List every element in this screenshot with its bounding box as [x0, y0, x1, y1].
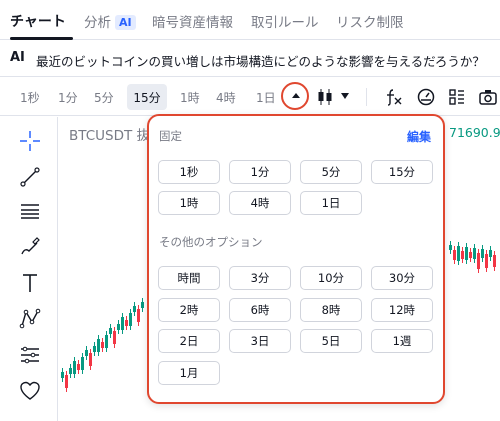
candle-body [469, 252, 472, 258]
candle-body [461, 251, 464, 259]
candle-body [73, 361, 76, 374]
tab-chart[interactable]: チャート [10, 11, 66, 31]
candle-body [81, 357, 84, 370]
interval-1s[interactable]: 1秒 [20, 89, 40, 106]
candle-body [125, 320, 128, 326]
candle-body [485, 254, 488, 268]
candle-body [101, 342, 104, 348]
option-2h[interactable]: 2時 [158, 298, 220, 322]
edit-link[interactable]: 編集 [407, 128, 431, 145]
candle-body [481, 249, 484, 258]
pinned-5m[interactable]: 5分 [300, 160, 362, 184]
chevron-down-icon[interactable] [340, 92, 350, 100]
candle-body [493, 255, 496, 267]
ai-logo: AI [10, 50, 25, 65]
option-30m[interactable]: 30分 [371, 266, 433, 290]
option-1w[interactable]: 1週 [371, 329, 433, 353]
candle-body [97, 339, 100, 352]
candle-body [109, 328, 112, 334]
option-3d[interactable]: 3日 [229, 329, 291, 353]
candle-body [85, 350, 88, 356]
pinned-15m[interactable]: 15分 [371, 160, 433, 184]
candle-body [117, 324, 120, 330]
candle-body [465, 247, 468, 260]
candle-body [89, 353, 92, 366]
toolbar-divider [366, 88, 367, 106]
tab-crypto-info[interactable]: 暗号資産情報 [152, 11, 233, 31]
pinned-1h[interactable]: 1時 [158, 191, 220, 215]
candle-body [113, 331, 116, 344]
candle-body [489, 250, 492, 257]
fib-lines-icon[interactable] [18, 199, 42, 223]
candle-body [61, 372, 64, 378]
top-nav: チャート 分析 AI 暗号資産情報 取引ルール リスク制限 [0, 0, 500, 40]
option-5d[interactable]: 5日 [300, 329, 362, 353]
candle-body [457, 246, 460, 261]
interval-1m[interactable]: 1分 [58, 89, 78, 106]
camera-icon[interactable] [478, 87, 498, 107]
option-1mo[interactable]: 1月 [158, 361, 220, 385]
heart-icon[interactable] [18, 379, 42, 403]
layout-icon[interactable] [448, 87, 466, 107]
option-3m[interactable]: 3分 [229, 266, 291, 290]
drawing-toolbar [0, 117, 58, 421]
pattern-icon[interactable] [18, 307, 42, 331]
brush-icon[interactable] [18, 235, 42, 259]
interval-toolbar: 1秒 1分 5分 15分 1時 4時 1日 [0, 78, 500, 116]
ai-question-bar[interactable]: AI 最近のビットコインの買い増しは市場構造にどのような影響を与えるだろうか？ [0, 41, 500, 77]
pinned-1m[interactable]: 1分 [229, 160, 291, 184]
ai-badge: AI [115, 15, 136, 30]
candle-body [105, 335, 108, 348]
pinned-1d[interactable]: 1日 [300, 191, 362, 215]
candle-body [93, 346, 96, 352]
candle-body [69, 368, 72, 374]
candle-body [121, 317, 124, 330]
ai-question-text: 最近のビットコインの買い増しは市場構造にどのような影響を与えるだろうか？ [36, 54, 485, 69]
caret-up-icon [292, 93, 300, 98]
text-icon[interactable] [18, 271, 42, 295]
pinned-1s[interactable]: 1秒 [158, 160, 220, 184]
interval-4h[interactable]: 4時 [216, 89, 236, 106]
crosshair-icon[interactable] [18, 129, 42, 153]
fx-icon[interactable] [384, 87, 404, 107]
candle-body [141, 302, 144, 308]
candle-body [137, 309, 140, 322]
option-seconds[interactable]: 時間 [158, 266, 220, 290]
candle-body [449, 245, 452, 250]
interval-popup: 固定 編集 1秒 1分 5分 15分 1時 4時 1日 その他のオプション 時間… [147, 114, 445, 404]
candle-body [453, 250, 456, 260]
candle-body [473, 248, 476, 259]
pinned-section-title: 固定 [159, 129, 182, 143]
interval-dropdown-button[interactable] [281, 82, 309, 110]
tab-analysis[interactable]: 分析 AI [84, 11, 136, 31]
tab-trading-rules[interactable]: 取引ルール [251, 11, 319, 31]
candlestick-icon[interactable] [316, 87, 334, 107]
other-options-title: その他のオプション [159, 235, 263, 249]
candle-body [133, 306, 136, 312]
option-8h[interactable]: 8時 [300, 298, 362, 322]
trend-line-icon[interactable] [18, 165, 42, 189]
candle-body [477, 253, 480, 269]
tab-analysis-label: 分析 [84, 15, 111, 31]
forecast-icon[interactable] [18, 343, 42, 367]
pinned-4h[interactable]: 4時 [229, 191, 291, 215]
option-2d[interactable]: 2日 [158, 329, 220, 353]
option-12h[interactable]: 12時 [371, 298, 433, 322]
option-6h[interactable]: 6時 [229, 298, 291, 322]
tab-chart-underline [10, 37, 73, 40]
candle-body [77, 364, 80, 370]
candle-body [65, 375, 68, 388]
interval-1d[interactable]: 1日 [256, 89, 276, 106]
interval-1h[interactable]: 1時 [180, 89, 200, 106]
interval-15m-selected[interactable]: 15分 [127, 84, 167, 110]
candle-body [129, 313, 132, 326]
interval-5m[interactable]: 5分 [94, 89, 114, 106]
interval-15m-label: 15分 [133, 91, 161, 105]
option-10m[interactable]: 10分 [300, 266, 362, 290]
tab-risk-limits[interactable]: リスク制限 [336, 11, 404, 31]
gauge-icon[interactable] [416, 87, 436, 107]
